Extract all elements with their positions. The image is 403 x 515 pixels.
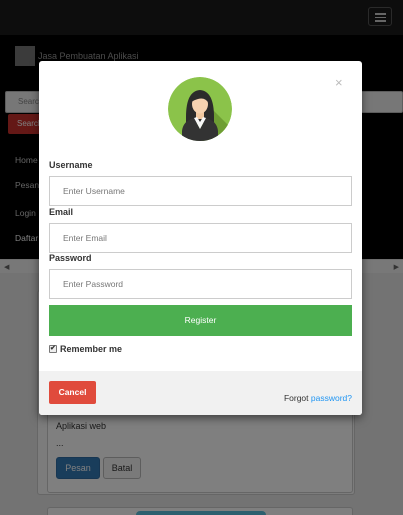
email-input[interactable] <box>49 223 352 253</box>
forgot-text: Forgot <box>283 393 309 403</box>
remember-checkbox[interactable] <box>49 344 57 353</box>
avatar-icon <box>168 77 232 141</box>
modal-footer: Cancel Forgot password? <box>39 371 362 415</box>
password-input[interactable] <box>49 269 352 299</box>
username-input[interactable] <box>49 176 352 206</box>
password-label: Password <box>49 253 92 263</box>
username-label: Username <box>49 160 93 170</box>
cancel-button[interactable]: Cancel <box>49 381 96 404</box>
register-button[interactable]: Register <box>49 305 352 336</box>
remember-label: Remember me <box>60 344 123 354</box>
close-icon[interactable]: × <box>335 75 343 90</box>
email-label: Email <box>49 207 74 217</box>
remember-me[interactable]: Remember me <box>49 344 122 354</box>
register-modal: × Username Email Password Register Remem… <box>39 61 362 415</box>
forgot-password-link[interactable]: password? <box>311 393 352 403</box>
forgot-password: Forgot password? <box>284 393 352 403</box>
